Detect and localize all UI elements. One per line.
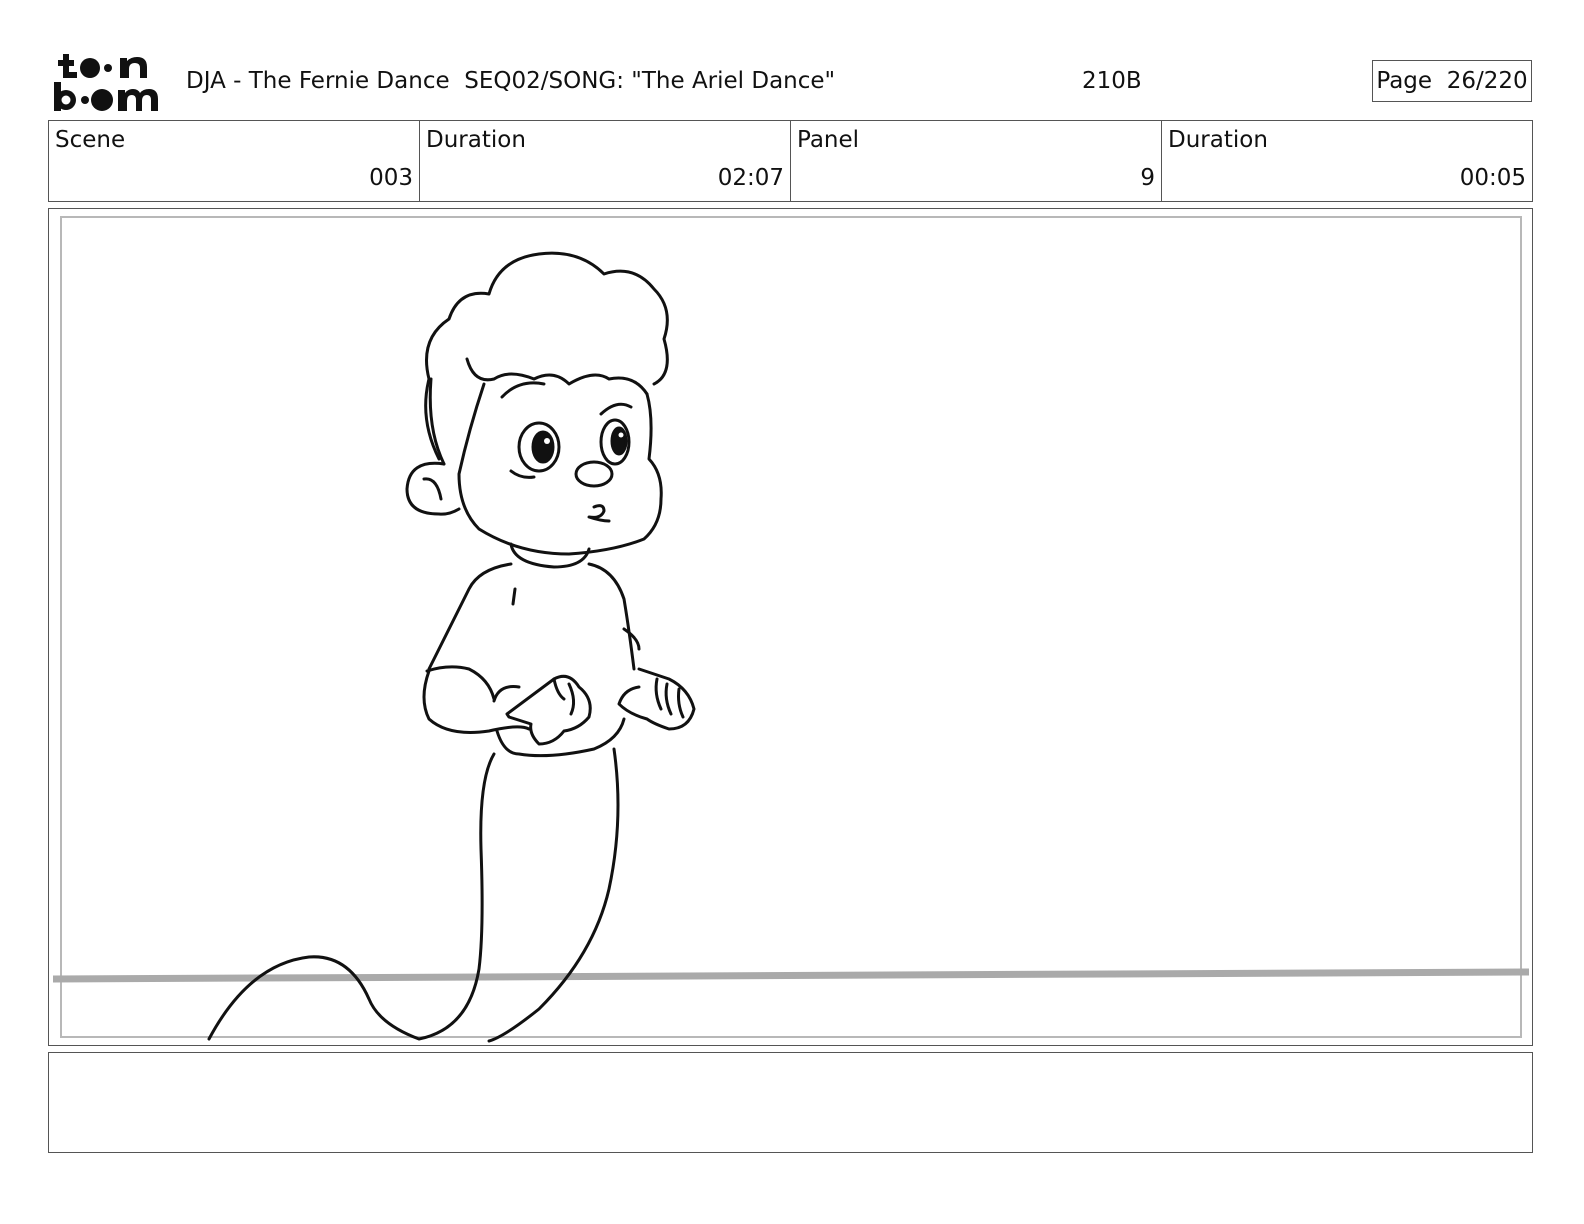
left-arm xyxy=(422,669,531,734)
toon-boom-logo xyxy=(50,50,165,112)
panel-value: 9 xyxy=(1140,165,1155,191)
panel-label: Panel xyxy=(797,127,860,153)
ear xyxy=(405,461,461,516)
scene-duration-value: 02:07 xyxy=(717,165,784,191)
scene-cell: Scene 003 xyxy=(49,121,420,201)
panel-cell: Panel 9 xyxy=(791,121,1162,201)
scene-duration-label: Duration xyxy=(426,127,526,153)
scene-value: 003 xyxy=(369,165,413,191)
storyboard-panel xyxy=(48,208,1533,1046)
panel-id: 210B xyxy=(1082,68,1142,94)
page-value: 26/220 xyxy=(1446,68,1528,94)
board-title: DJA - The Fernie Dance SEQ02/SONG: "The … xyxy=(186,68,836,94)
scene-duration-cell: Duration 02:07 xyxy=(420,121,791,201)
panel-duration-cell: Duration 00:05 xyxy=(1162,121,1532,201)
face xyxy=(457,382,663,556)
scene-info-table: Scene 003 Duration 02:07 Panel 9 Duratio… xyxy=(48,120,1533,202)
page-label: Page xyxy=(1376,68,1433,94)
panel-duration-value: 00:05 xyxy=(1459,165,1526,191)
scene-label: Scene xyxy=(55,127,126,153)
tail xyxy=(207,752,496,1041)
merboy-sketch xyxy=(52,251,1530,1043)
mouth xyxy=(587,504,611,523)
page-indicator: Page 26/220 xyxy=(1372,60,1532,102)
notes-text xyxy=(49,1053,1532,1069)
notes-box xyxy=(48,1052,1533,1153)
horizon-line xyxy=(52,968,1530,983)
shirt xyxy=(427,562,513,671)
panel-duration-label: Duration xyxy=(1168,127,1268,153)
hair xyxy=(424,251,669,461)
nose xyxy=(574,460,614,488)
